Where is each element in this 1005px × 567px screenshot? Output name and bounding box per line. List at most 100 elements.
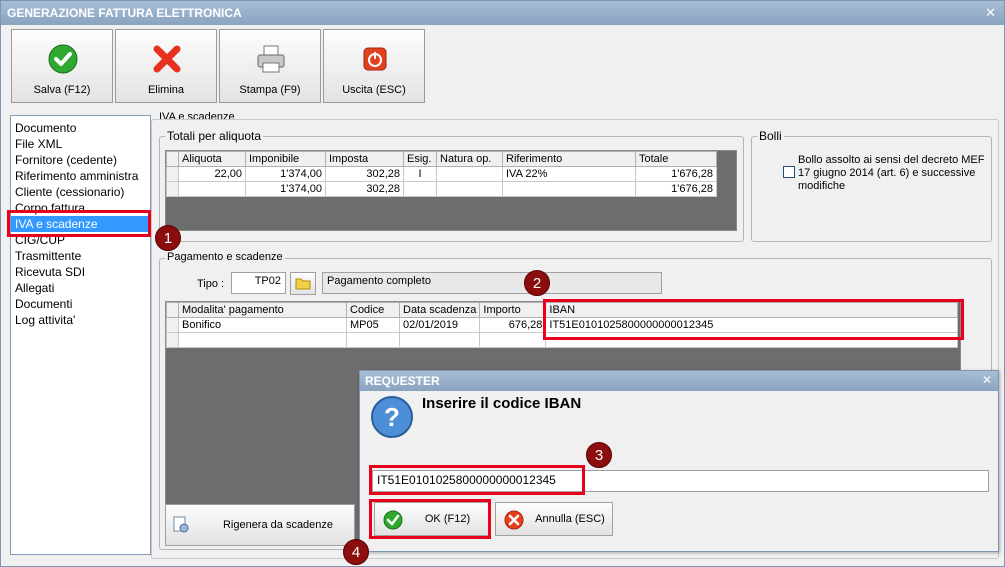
col-iban[interactable]: IBAN bbox=[545, 302, 959, 318]
nav-item-corpo-fattura[interactable]: Corpo fattura bbox=[11, 200, 150, 216]
print-button[interactable]: Stampa (F9) bbox=[219, 29, 321, 103]
cancel-button[interactable]: Annulla (ESC) bbox=[495, 502, 613, 536]
main-window: GENERAZIONE FATTURA ELETTRONICA ✕ Salva … bbox=[0, 0, 1005, 567]
window-title: GENERAZIONE FATTURA ELETTRONICA bbox=[7, 6, 242, 20]
col-modalita[interactable]: Modalita' pagamento bbox=[178, 302, 347, 318]
cell-empty[interactable] bbox=[398, 332, 481, 348]
table-row[interactable] bbox=[166, 332, 959, 348]
cell-natura[interactable] bbox=[436, 166, 503, 182]
nav-item-allegati[interactable]: Allegati bbox=[11, 280, 150, 296]
cell-imposta[interactable]: 302,28 bbox=[325, 181, 404, 197]
cell-empty[interactable] bbox=[545, 332, 959, 348]
save-button-label: Salva (F12) bbox=[33, 84, 91, 96]
nav-item-file-xml[interactable]: File XML bbox=[11, 136, 150, 152]
cell-iban[interactable]: IT51E0101025800000000012345 bbox=[545, 317, 959, 333]
table-row[interactable]: Bonifico MP05 02/01/2019 676,28 IT51E010… bbox=[166, 317, 959, 333]
tipo-description: Pagamento completo bbox=[322, 272, 662, 294]
nav-item-trasmittente[interactable]: Trasmittente bbox=[11, 248, 150, 264]
ok-button-label: OK (F12) bbox=[424, 513, 471, 525]
col-totale[interactable]: Totale bbox=[635, 151, 717, 167]
totals-table[interactable]: Aliquota Imponibile Imposta Esig. Natura… bbox=[165, 150, 737, 231]
cell-totale[interactable]: 1'676,28 bbox=[635, 166, 717, 182]
col-esig[interactable]: Esig. bbox=[403, 151, 437, 167]
col-imponibile[interactable]: Imponibile bbox=[245, 151, 326, 167]
bolli-group-label: Bolli bbox=[757, 129, 784, 143]
nav-item-cliente[interactable]: Cliente (cessionario) bbox=[11, 184, 150, 200]
bollo-checkbox[interactable] bbox=[783, 166, 795, 178]
cell-natura[interactable] bbox=[436, 181, 503, 197]
col-riferimento[interactable]: Riferimento bbox=[502, 151, 636, 167]
nav-item-documenti[interactable]: Documenti bbox=[11, 296, 150, 312]
regenerate-button[interactable]: Rigenera da scadenze bbox=[165, 504, 355, 546]
cancel-button-label: Annulla (ESC) bbox=[535, 513, 605, 525]
col-importo[interactable]: Importo bbox=[479, 302, 547, 318]
cell-esig[interactable] bbox=[403, 181, 437, 197]
cell-aliquota[interactable]: 22,00 bbox=[178, 166, 246, 182]
col-codice[interactable]: Codice bbox=[346, 302, 400, 318]
table-row[interactable]: 1'374,00 302,28 1'676,28 bbox=[166, 181, 717, 197]
delete-x-icon bbox=[153, 45, 181, 73]
row-selector[interactable] bbox=[166, 181, 179, 197]
cancel-icon bbox=[504, 510, 524, 530]
cell-importo[interactable]: 676,28 bbox=[479, 317, 547, 333]
window-titlebar[interactable]: GENERAZIONE FATTURA ELETTRONICA ✕ bbox=[1, 1, 1004, 25]
cell-riferimento[interactable]: IVA 22% bbox=[502, 166, 636, 182]
dialog-title: REQUESTER bbox=[365, 374, 440, 388]
col-aliquota[interactable]: Aliquota bbox=[178, 151, 246, 167]
cell-modalita[interactable]: Bonifico bbox=[178, 317, 347, 333]
col-natura[interactable]: Natura op. bbox=[436, 151, 503, 167]
cell-imposta[interactable]: 302,28 bbox=[325, 166, 404, 182]
row-selector[interactable] bbox=[166, 317, 179, 333]
dialog-close-icon[interactable]: ✕ bbox=[982, 373, 992, 387]
nav-item-fornitore[interactable]: Fornitore (cedente) bbox=[11, 152, 150, 168]
regenerate-icon bbox=[173, 516, 189, 533]
nav-item-cig-cup[interactable]: CIG/CUP bbox=[11, 232, 150, 248]
dialog-titlebar[interactable]: REQUESTER ✕ bbox=[360, 371, 998, 391]
row-selector[interactable] bbox=[166, 166, 179, 182]
nav-item-iva-scadenze[interactable]: IVA e scadenze bbox=[11, 216, 150, 232]
payment-group-label: Pagamento e scadenze bbox=[165, 251, 285, 263]
exit-button-label: Uscita (ESC) bbox=[342, 84, 406, 96]
col-data-scadenza[interactable]: Data scadenza bbox=[398, 302, 481, 318]
nav-item-ricevuta-sdi[interactable]: Ricevuta SDI bbox=[11, 264, 150, 280]
delete-button[interactable]: Elimina bbox=[115, 29, 217, 103]
save-button[interactable]: Salva (F12) bbox=[11, 29, 113, 103]
requester-dialog: REQUESTER ✕ ? Inserire il codice IBAN IT… bbox=[359, 370, 999, 552]
cell-codice[interactable]: MP05 bbox=[346, 317, 400, 333]
iban-input[interactable]: IT51E0101025800000000012345 bbox=[372, 470, 989, 492]
section-nav-list[interactable]: Documento File XML Fornitore (cedente) R… bbox=[10, 115, 151, 555]
cell-empty[interactable] bbox=[346, 332, 400, 348]
cell-totale[interactable]: 1'676,28 bbox=[635, 181, 717, 197]
cell-data-scadenza[interactable]: 02/01/2019 bbox=[398, 317, 481, 333]
row-selector-header bbox=[166, 151, 179, 167]
tipo-label: Tipo : bbox=[197, 278, 225, 290]
exit-button[interactable]: Uscita (ESC) bbox=[323, 29, 425, 103]
col-imposta[interactable]: Imposta bbox=[325, 151, 404, 167]
svg-text:?: ? bbox=[384, 402, 400, 432]
cell-empty[interactable] bbox=[178, 332, 347, 348]
nav-item-riferimento[interactable]: Riferimento amministra bbox=[11, 168, 150, 184]
close-icon[interactable]: ✕ bbox=[985, 5, 996, 21]
power-icon bbox=[363, 47, 387, 71]
cell-esig[interactable]: I bbox=[403, 166, 437, 182]
nav-item-documento[interactable]: Documento bbox=[11, 120, 150, 136]
print-button-label: Stampa (F9) bbox=[239, 84, 301, 96]
totals-group-label: Totali per aliquota bbox=[165, 129, 264, 143]
nav-item-log-attivita[interactable]: Log attivita' bbox=[11, 312, 150, 328]
folder-icon bbox=[295, 278, 311, 290]
cell-imponibile[interactable]: 1'374,00 bbox=[245, 166, 326, 182]
row-selector[interactable] bbox=[166, 332, 179, 348]
delete-button-label: Elimina bbox=[147, 84, 185, 96]
cell-empty[interactable] bbox=[479, 332, 547, 348]
ok-button[interactable]: OK (F12) bbox=[374, 502, 489, 536]
regenerate-button-label: Rigenera da scadenze bbox=[222, 519, 334, 531]
printer-icon bbox=[257, 45, 285, 73]
tipo-input[interactable]: TP02 bbox=[231, 272, 286, 294]
tipo-lookup-button[interactable] bbox=[290, 272, 316, 295]
check-icon bbox=[383, 510, 403, 530]
bollo-checkbox-label: Bollo assolto ai sensi del decreto MEF 1… bbox=[798, 154, 985, 192]
cell-aliquota[interactable] bbox=[178, 181, 246, 197]
cell-riferimento[interactable] bbox=[502, 181, 636, 197]
table-row[interactable]: 22,00 1'374,00 302,28 I IVA 22% 1'676,28 bbox=[166, 166, 717, 182]
cell-imponibile[interactable]: 1'374,00 bbox=[245, 181, 326, 197]
